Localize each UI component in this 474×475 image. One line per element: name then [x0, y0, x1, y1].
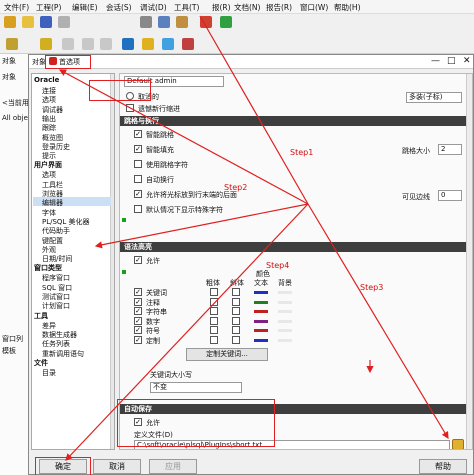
step2-label: Step2	[224, 183, 248, 192]
step2b-arrow	[94, 203, 309, 249]
step2-arrow	[58, 69, 309, 205]
app-window: 文件(F) 工程(P) 编辑(E) 会话(S) 调试(D) 工具(T) 报(R)…	[0, 0, 474, 475]
annotation-arrows	[58, 15, 449, 461]
step3-arrow	[307, 203, 449, 440]
step4-label: Step4	[266, 261, 290, 270]
step4-arrow	[65, 203, 309, 461]
step1-label: Step1	[290, 148, 314, 157]
step3-label: Step3	[360, 283, 384, 292]
step1-arrow	[199, 15, 309, 205]
